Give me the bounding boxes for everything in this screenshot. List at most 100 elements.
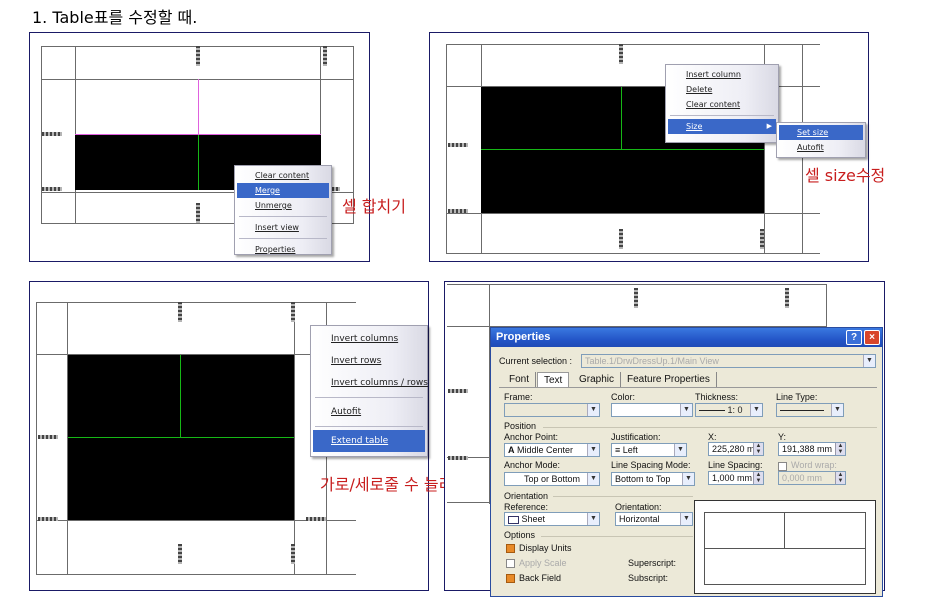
- align-left-icon: ≡: [615, 445, 621, 455]
- tab-font[interactable]: Font: [503, 372, 537, 387]
- word-wrap-value: 0,000 mm: [782, 473, 823, 483]
- spinner-icon[interactable]: ▲ ▼: [835, 443, 845, 455]
- chevron-down-icon: ▼: [750, 404, 762, 416]
- sheet-icon: [508, 515, 519, 524]
- superscript-label: Superscript:: [628, 558, 677, 568]
- menu-item-clear-content[interactable]: Clear content: [237, 168, 329, 183]
- anchor-point-icon: A: [508, 445, 515, 455]
- menu-item-properties[interactable]: Properties: [237, 242, 329, 257]
- menu-item-autofit[interactable]: Autofit: [779, 140, 863, 155]
- line-spacing-mode-select[interactable]: Bottom to Top ▼: [611, 472, 695, 486]
- tab-text[interactable]: Text: [537, 372, 570, 387]
- chevron-down-icon: ▼: [682, 473, 694, 485]
- line-spacing-value: 1,000 mm: [712, 473, 753, 483]
- anchor-mode-label: Anchor Mode:: [504, 460, 561, 470]
- reference-value: Sheet: [521, 514, 546, 524]
- back-field-checkbox[interactable]: [506, 574, 515, 583]
- chevron-down-icon: ▼: [831, 404, 843, 416]
- justification-label: Justification:: [611, 432, 661, 442]
- line-type-label: Line Type:: [776, 392, 818, 402]
- justification-value: Left: [622, 445, 638, 455]
- menu-item-insert-column[interactable]: Insert column: [668, 67, 776, 82]
- help-button[interactable]: ?: [846, 330, 862, 345]
- chevron-down-icon: ▼: [863, 355, 875, 367]
- thickness-select[interactable]: 1: 0 ▼: [695, 403, 763, 417]
- caption-size: 셀 size수정: [805, 166, 886, 185]
- submenu-arrow-icon: ▶: [766, 122, 772, 130]
- options-group-label: Options: [504, 530, 536, 540]
- menu-item-invert-columns-rows[interactable]: Invert columns / rows: [313, 372, 428, 394]
- orientation-group-label: Orientation: [504, 491, 549, 501]
- close-button[interactable]: ×: [864, 330, 880, 345]
- chevron-down-icon: ▼: [680, 404, 692, 416]
- x-input[interactable]: 225,280 mm ▲ ▼: [708, 442, 764, 456]
- color-select[interactable]: ▼: [611, 403, 693, 417]
- tab-feature-properties[interactable]: Feature Properties: [621, 372, 717, 387]
- anchor-point-value: Middle Center: [517, 445, 574, 455]
- line-spacing-input[interactable]: 1,000 mm ▲ ▼: [708, 471, 764, 485]
- apply-scale-label: Apply Scale: [519, 558, 567, 568]
- chevron-down-icon: ▼: [674, 444, 686, 456]
- menu-separator: [239, 216, 327, 217]
- current-selection-field[interactable]: Table.1/DrwDressUp.1/Main View ▼: [581, 354, 876, 368]
- spinner-icon[interactable]: ▲ ▼: [835, 472, 845, 484]
- menu-item-unmerge[interactable]: Unmerge: [237, 198, 329, 213]
- word-wrap-label: Word wrap:: [791, 460, 837, 470]
- menu-item-extend-table[interactable]: Extend table: [313, 430, 425, 452]
- spinner-icon[interactable]: ▲ ▼: [753, 472, 763, 484]
- word-wrap-checkbox[interactable]: [778, 462, 787, 471]
- menu-item-delete[interactable]: Delete: [668, 82, 776, 97]
- chevron-down-icon: ▼: [680, 513, 692, 525]
- line-type-select[interactable]: ▼: [776, 403, 844, 417]
- table-preview: [694, 500, 876, 594]
- anchor-point-label: Anchor Point:: [504, 432, 559, 442]
- page-heading: 1. Table표를 수정할 때.: [32, 8, 198, 27]
- menu-item-invert-rows[interactable]: Invert rows: [313, 350, 425, 372]
- tab-graphic[interactable]: Graphic: [573, 372, 622, 387]
- line-spacing-mode-label: Line Spacing Mode:: [611, 460, 691, 470]
- thickness-label: Thickness:: [695, 392, 739, 402]
- orientation-value: Horizontal: [619, 514, 660, 524]
- frame-select[interactable]: ▼: [504, 403, 600, 417]
- line-spacing-label: Line Spacing:: [708, 460, 763, 470]
- menu-item-invert-columns[interactable]: Invert columns: [313, 328, 425, 350]
- orientation-label: Orientation:: [615, 502, 662, 512]
- chevron-down-icon: ▼: [587, 444, 599, 456]
- spinner-icon[interactable]: ▲ ▼: [753, 443, 763, 455]
- menu-item-autofit[interactable]: Autofit: [313, 401, 425, 423]
- orientation-select[interactable]: Horizontal ▼: [615, 512, 693, 526]
- menu-item-merge[interactable]: Merge: [237, 183, 329, 198]
- y-input[interactable]: 191,388 mm ▲ ▼: [778, 442, 846, 456]
- anchor-mode-value: Top or Bottom: [524, 474, 581, 484]
- menu-separator: [239, 238, 327, 239]
- anchor-point-select[interactable]: A Middle Center ▼: [504, 443, 600, 457]
- chevron-down-icon: ▼: [587, 513, 599, 525]
- thickness-value: 1: 0: [727, 405, 743, 415]
- display-units-label: Display Units: [519, 543, 572, 553]
- back-field-label: Back Field: [519, 573, 562, 583]
- justification-select[interactable]: ≡ Left ▼: [611, 443, 687, 457]
- reference-select[interactable]: Sheet ▼: [504, 512, 600, 526]
- current-selection-label: Current selection :: [499, 356, 573, 366]
- frame-label: Frame:: [504, 392, 533, 402]
- context-menu-extend: Invert columns Invert rows Invert column…: [310, 325, 428, 457]
- chevron-down-icon: ▼: [587, 473, 599, 485]
- context-menu-merge: Clear content Merge Unmerge Insert view …: [234, 165, 332, 255]
- menu-item-size[interactable]: Size ▶: [668, 119, 776, 134]
- display-units-checkbox[interactable]: [506, 544, 515, 553]
- menu-item-size-label: Size: [686, 122, 703, 131]
- dialog-title: Properties: [491, 328, 882, 347]
- caption-merge: 셀 합치기: [342, 197, 406, 216]
- menu-separator: [315, 426, 423, 427]
- color-label: Color:: [611, 392, 636, 402]
- menu-item-set-size[interactable]: Set size: [779, 125, 863, 140]
- menu-item-insert-view[interactable]: Insert view: [237, 220, 329, 235]
- y-label: Y:: [778, 432, 787, 442]
- reference-label: Reference:: [504, 502, 549, 512]
- word-wrap-input[interactable]: 0,000 mm ▲ ▼: [778, 471, 846, 485]
- submenu-size: Set size Autofit: [776, 122, 866, 158]
- anchor-mode-select[interactable]: Top or Bottom ▼: [504, 472, 600, 486]
- apply-scale-checkbox[interactable]: [506, 559, 515, 568]
- x-label: X:: [708, 432, 717, 442]
- menu-item-clear-content[interactable]: Clear content: [668, 97, 776, 112]
